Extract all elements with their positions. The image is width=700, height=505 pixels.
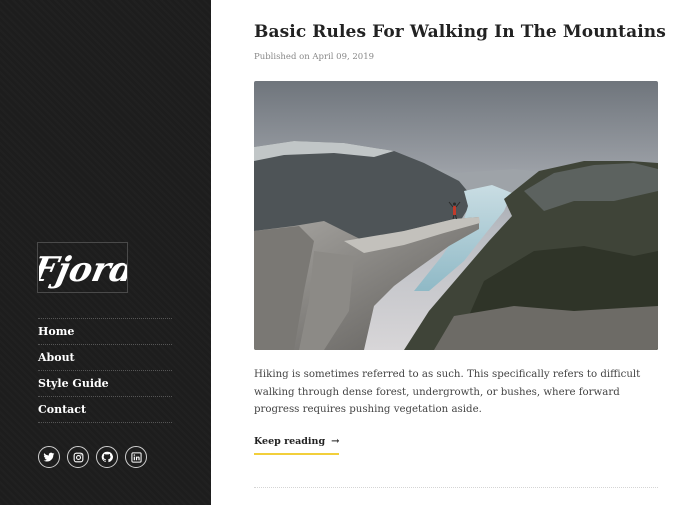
post-date: Published on April 09, 2019 (254, 52, 375, 62)
instagram-button[interactable] (67, 446, 89, 468)
linkedin-button[interactable] (125, 446, 147, 468)
post-title[interactable]: Basic Rules For Walking In The Mountains (254, 22, 666, 42)
keep-reading-label: Keep reading (254, 436, 326, 447)
nav-item-style-guide[interactable]: Style Guide (38, 370, 172, 396)
logo-text: Fjord (39, 250, 127, 290)
nav-item-about[interactable]: About (38, 344, 172, 370)
logo-wordmark: Fjord (39, 250, 127, 290)
nav-item-home[interactable]: Home (38, 318, 172, 344)
site-logo[interactable]: Fjord (37, 242, 128, 293)
keep-reading-link[interactable]: Keep reading → (254, 436, 340, 455)
arrow-right-icon: → (331, 436, 340, 447)
nav-item-contact[interactable]: Contact (38, 396, 172, 423)
post-excerpt: Hiking is sometimes referred to as such.… (254, 369, 641, 415)
mountain-landscape-image (254, 81, 658, 350)
post-featured-image[interactable] (254, 81, 658, 350)
social-links (38, 446, 147, 468)
sidebar: Fjord Home About Style Guide Contact (0, 0, 211, 505)
github-button[interactable] (96, 446, 118, 468)
post-divider (254, 487, 658, 488)
github-icon (101, 451, 113, 463)
main-nav: Home About Style Guide Contact (38, 318, 172, 423)
twitter-button[interactable] (38, 446, 60, 468)
twitter-icon (43, 452, 55, 462)
linkedin-icon (130, 451, 142, 463)
instagram-icon (73, 452, 83, 462)
